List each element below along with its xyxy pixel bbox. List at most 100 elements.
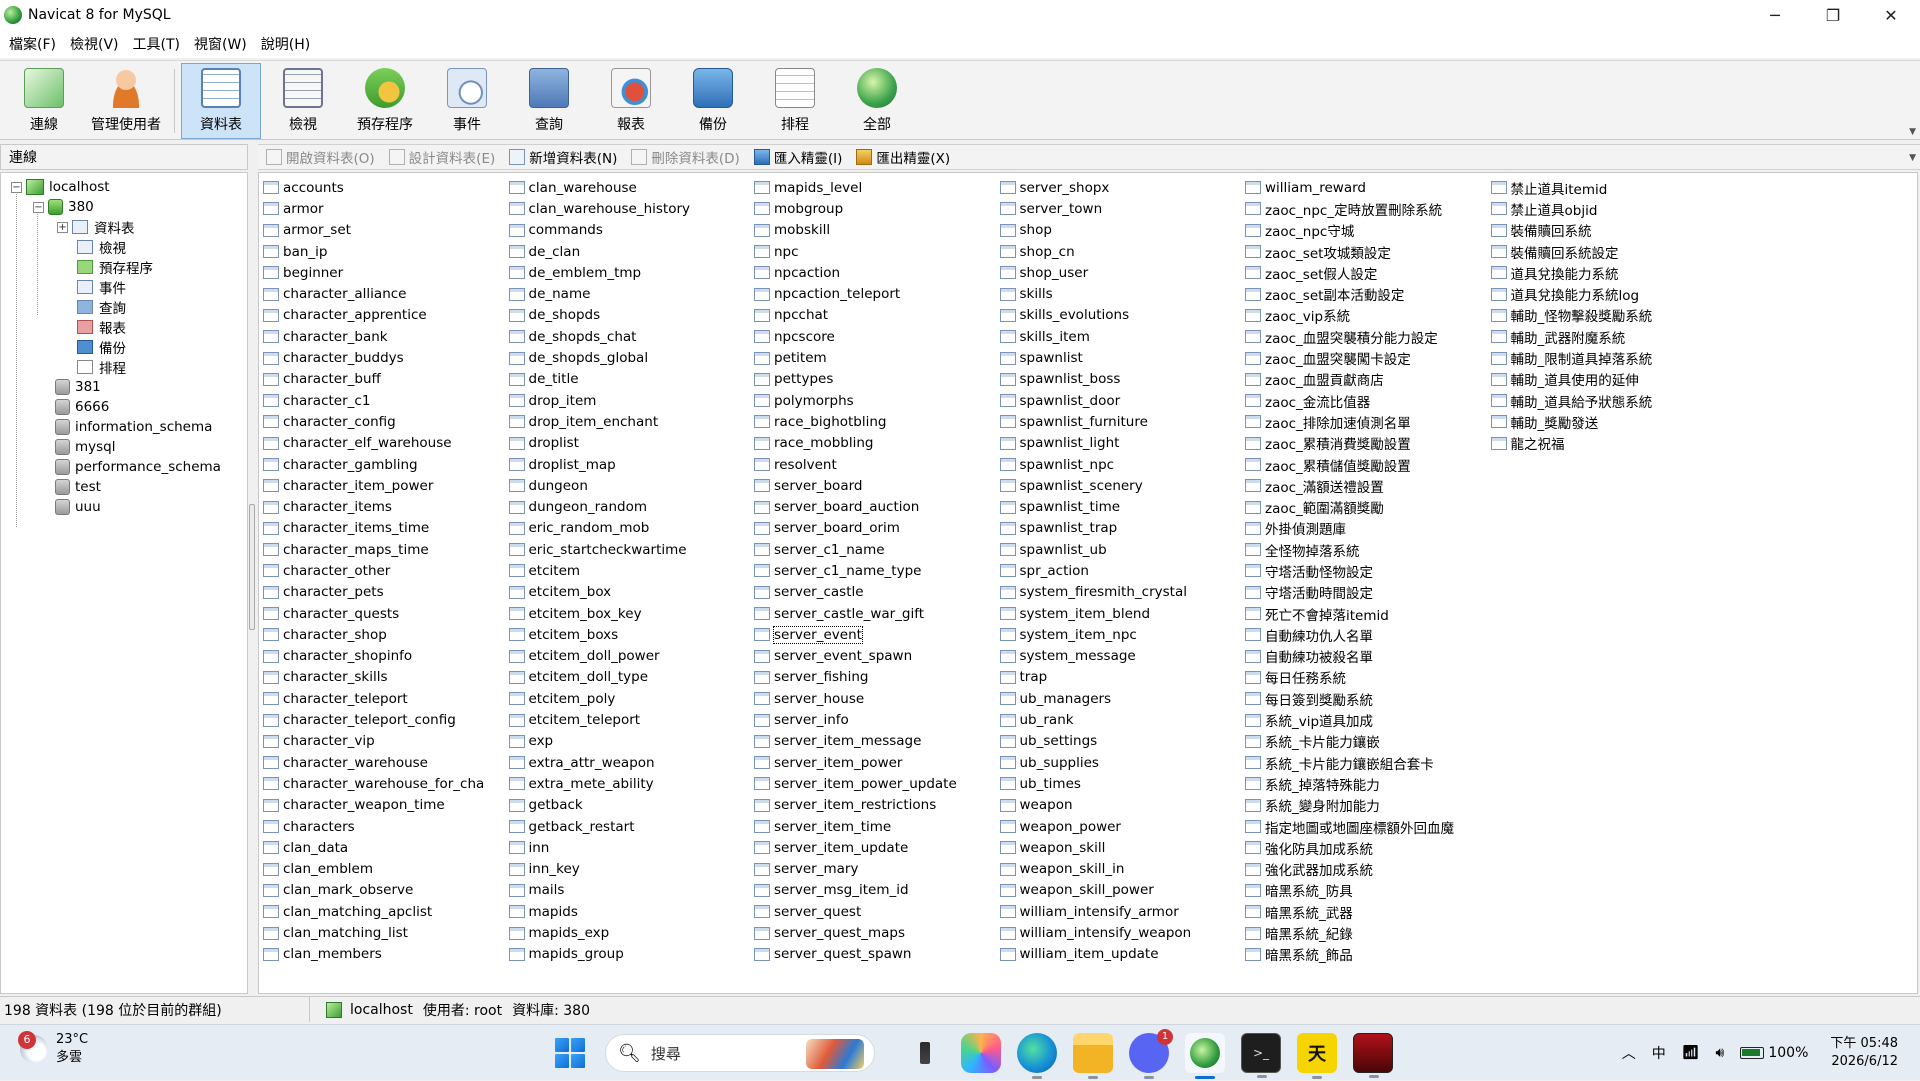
connection-tree[interactable]: − localhost − 380 + 資料表 檢視 預存程序 事件 查詢 報表… <box>0 172 248 994</box>
table-item[interactable]: 系統_掉落特殊能力 <box>1245 773 1454 794</box>
table-item[interactable]: 死亡不會掉落itemid <box>1245 603 1454 624</box>
table-item[interactable]: character_bank <box>263 326 484 347</box>
table-item[interactable]: race_mobbling <box>754 433 957 454</box>
taskbar-clock[interactable]: 下午 05:48 2026/6/12 <box>1830 1035 1898 1071</box>
start-button[interactable] <box>555 1038 585 1068</box>
table-item[interactable]: eric_random_mob <box>508 518 691 539</box>
table-item[interactable]: extra_attr_weapon <box>508 752 691 773</box>
table-item[interactable]: server_town <box>999 198 1192 219</box>
table-item[interactable]: clan_matching_apclist <box>263 901 484 922</box>
tree-node-views[interactable]: 檢視 <box>77 237 126 257</box>
table-item[interactable]: system_message <box>999 646 1192 667</box>
battery-status[interactable]: 100% <box>1740 1045 1808 1061</box>
table-item[interactable]: 系統_變身附加能力 <box>1245 795 1454 816</box>
table-item[interactable]: mapids <box>508 901 691 922</box>
table-item[interactable]: zaoc_vip系統 <box>1245 305 1454 326</box>
table-item[interactable]: character_apprentice <box>263 305 484 326</box>
table-item[interactable]: zaoc_set攻城類設定 <box>1245 241 1454 262</box>
collapse-icon[interactable]: − <box>33 201 44 213</box>
table-item[interactable]: race_bighotbling <box>754 411 957 432</box>
menu-view[interactable]: 檢視(V) <box>65 34 124 54</box>
table-item[interactable]: etcitem_teleport <box>508 709 691 730</box>
table-item[interactable]: character_warehouse <box>263 752 484 773</box>
table-item[interactable]: 系統_卡片能力鑲嵌組合套卡 <box>1245 752 1454 773</box>
minimize-button[interactable]: ─ <box>1746 0 1804 30</box>
table-item[interactable]: petitem <box>754 347 957 368</box>
table-item[interactable]: server_board <box>754 475 957 496</box>
table-item[interactable]: server_mary <box>754 859 957 880</box>
table-item[interactable]: mapids_exp <box>508 922 691 943</box>
table-item[interactable]: spawnlist_npc <box>999 454 1192 475</box>
table-item[interactable]: de_shopds_global <box>508 347 691 368</box>
table-item[interactable]: characters <box>263 816 484 837</box>
table-item[interactable]: server_event_spawn <box>754 646 957 667</box>
table-item[interactable]: character_alliance <box>263 283 484 304</box>
toolbar-manage-users-button[interactable]: 管理使用者 <box>86 63 166 139</box>
table-item[interactable]: 道具兌換能力系統log <box>1490 283 1653 304</box>
table-item[interactable]: dungeon <box>508 475 691 496</box>
table-item[interactable]: character_items <box>263 496 484 517</box>
table-item[interactable]: skills_evolutions <box>999 305 1192 326</box>
table-item[interactable]: clan_members <box>263 944 484 965</box>
table-item[interactable]: server_fishing <box>754 667 957 688</box>
discord-app[interactable]: 1 <box>1129 1029 1173 1079</box>
table-item[interactable]: spawnlist_scenery <box>999 475 1192 496</box>
table-item[interactable]: 輔助_獎勵發送 <box>1490 411 1653 432</box>
table-item[interactable]: 裝備贖回系統 <box>1490 220 1653 241</box>
table-item[interactable]: 全怪物掉落系統 <box>1245 539 1454 560</box>
table-item[interactable]: 龍之祝福 <box>1490 433 1653 454</box>
table-item[interactable]: weapon_skill_in <box>999 859 1192 880</box>
show-hidden-icons-chevron-icon[interactable]: ︿ <box>1622 1043 1636 1063</box>
table-item[interactable]: npcchat <box>754 305 957 326</box>
tree-node-db-uuu[interactable]: uuu <box>55 497 101 517</box>
tree-node-db-test[interactable]: test <box>55 477 101 497</box>
tree-node-queries[interactable]: 查詢 <box>77 297 126 317</box>
table-item[interactable]: 輔助_限制道具掉落系統 <box>1490 347 1652 368</box>
table-item[interactable]: 禁止道具objid <box>1490 198 1653 219</box>
table-item[interactable]: spawnlist_boss <box>999 369 1192 390</box>
table-item[interactable]: skills <box>999 283 1192 304</box>
navicat-app[interactable] <box>1185 1033 1225 1079</box>
table-item[interactable]: zaoc_set副本活動設定 <box>1245 283 1454 304</box>
table-item[interactable]: character_weapon_time <box>263 795 484 816</box>
table-item[interactable]: armor <box>263 198 484 219</box>
table-item[interactable]: 禁止道具itemid <box>1490 177 1653 198</box>
volume-icon[interactable]: 🔊︎ <box>1716 1045 1725 1061</box>
table-item[interactable]: de_shopds <box>508 305 691 326</box>
weather-widget[interactable]: 6 23°C 多雲 <box>18 1031 88 1067</box>
table-item[interactable]: character_maps_time <box>263 539 484 560</box>
table-item[interactable]: etcitem_boxs <box>508 624 691 645</box>
tian-app[interactable]: 天 <box>1297 1033 1337 1079</box>
table-item[interactable]: william_intensify_armor <box>999 901 1192 922</box>
table-item[interactable]: 輔助_道具使用的延伸 <box>1490 369 1653 390</box>
table-item[interactable]: etcitem_poly <box>508 688 691 709</box>
tree-node-schedule[interactable]: 排程 <box>77 357 126 377</box>
tree-node-db-information-schema[interactable]: information_schema <box>55 417 212 437</box>
table-item[interactable]: extra_mete_ability <box>508 773 691 794</box>
table-item[interactable]: character_teleport <box>263 688 484 709</box>
table-item[interactable]: drop_item_enchant <box>508 411 691 432</box>
table-item[interactable]: character_c1 <box>263 390 484 411</box>
table-item[interactable]: ub_supplies <box>999 752 1192 773</box>
table-item[interactable]: clan_warehouse_history <box>508 198 690 219</box>
table-item[interactable]: clan_warehouse <box>508 177 691 198</box>
delete-table-button[interactable]: 刪除資料表(D) <box>631 147 740 167</box>
table-item[interactable]: inn_key <box>508 859 691 880</box>
table-item[interactable]: ub_managers <box>999 688 1192 709</box>
menu-window[interactable]: 視窗(W) <box>189 34 252 54</box>
close-button[interactable]: ✕ <box>1862 0 1920 30</box>
toolbar-all-button[interactable]: 全部 <box>837 63 917 139</box>
tree-node-localhost[interactable]: − localhost <box>11 177 110 197</box>
table-item[interactable]: shop <box>999 220 1192 241</box>
table-item[interactable]: spawnlist <box>999 347 1192 368</box>
table-item[interactable]: character_other <box>263 560 484 581</box>
table-item[interactable]: droplist_map <box>508 454 691 475</box>
table-item[interactable]: de_emblem_tmp <box>508 262 691 283</box>
tree-node-tables[interactable]: + 資料表 <box>57 217 135 237</box>
table-item[interactable]: mails <box>508 880 691 901</box>
table-item[interactable]: weapon_skill <box>999 837 1192 858</box>
table-item[interactable]: de_shopds_chat <box>508 326 691 347</box>
menu-tools[interactable]: 工具(T) <box>128 34 185 54</box>
table-item[interactable]: character_pets <box>263 582 484 603</box>
table-item[interactable]: william_intensify_weapon <box>999 922 1191 943</box>
